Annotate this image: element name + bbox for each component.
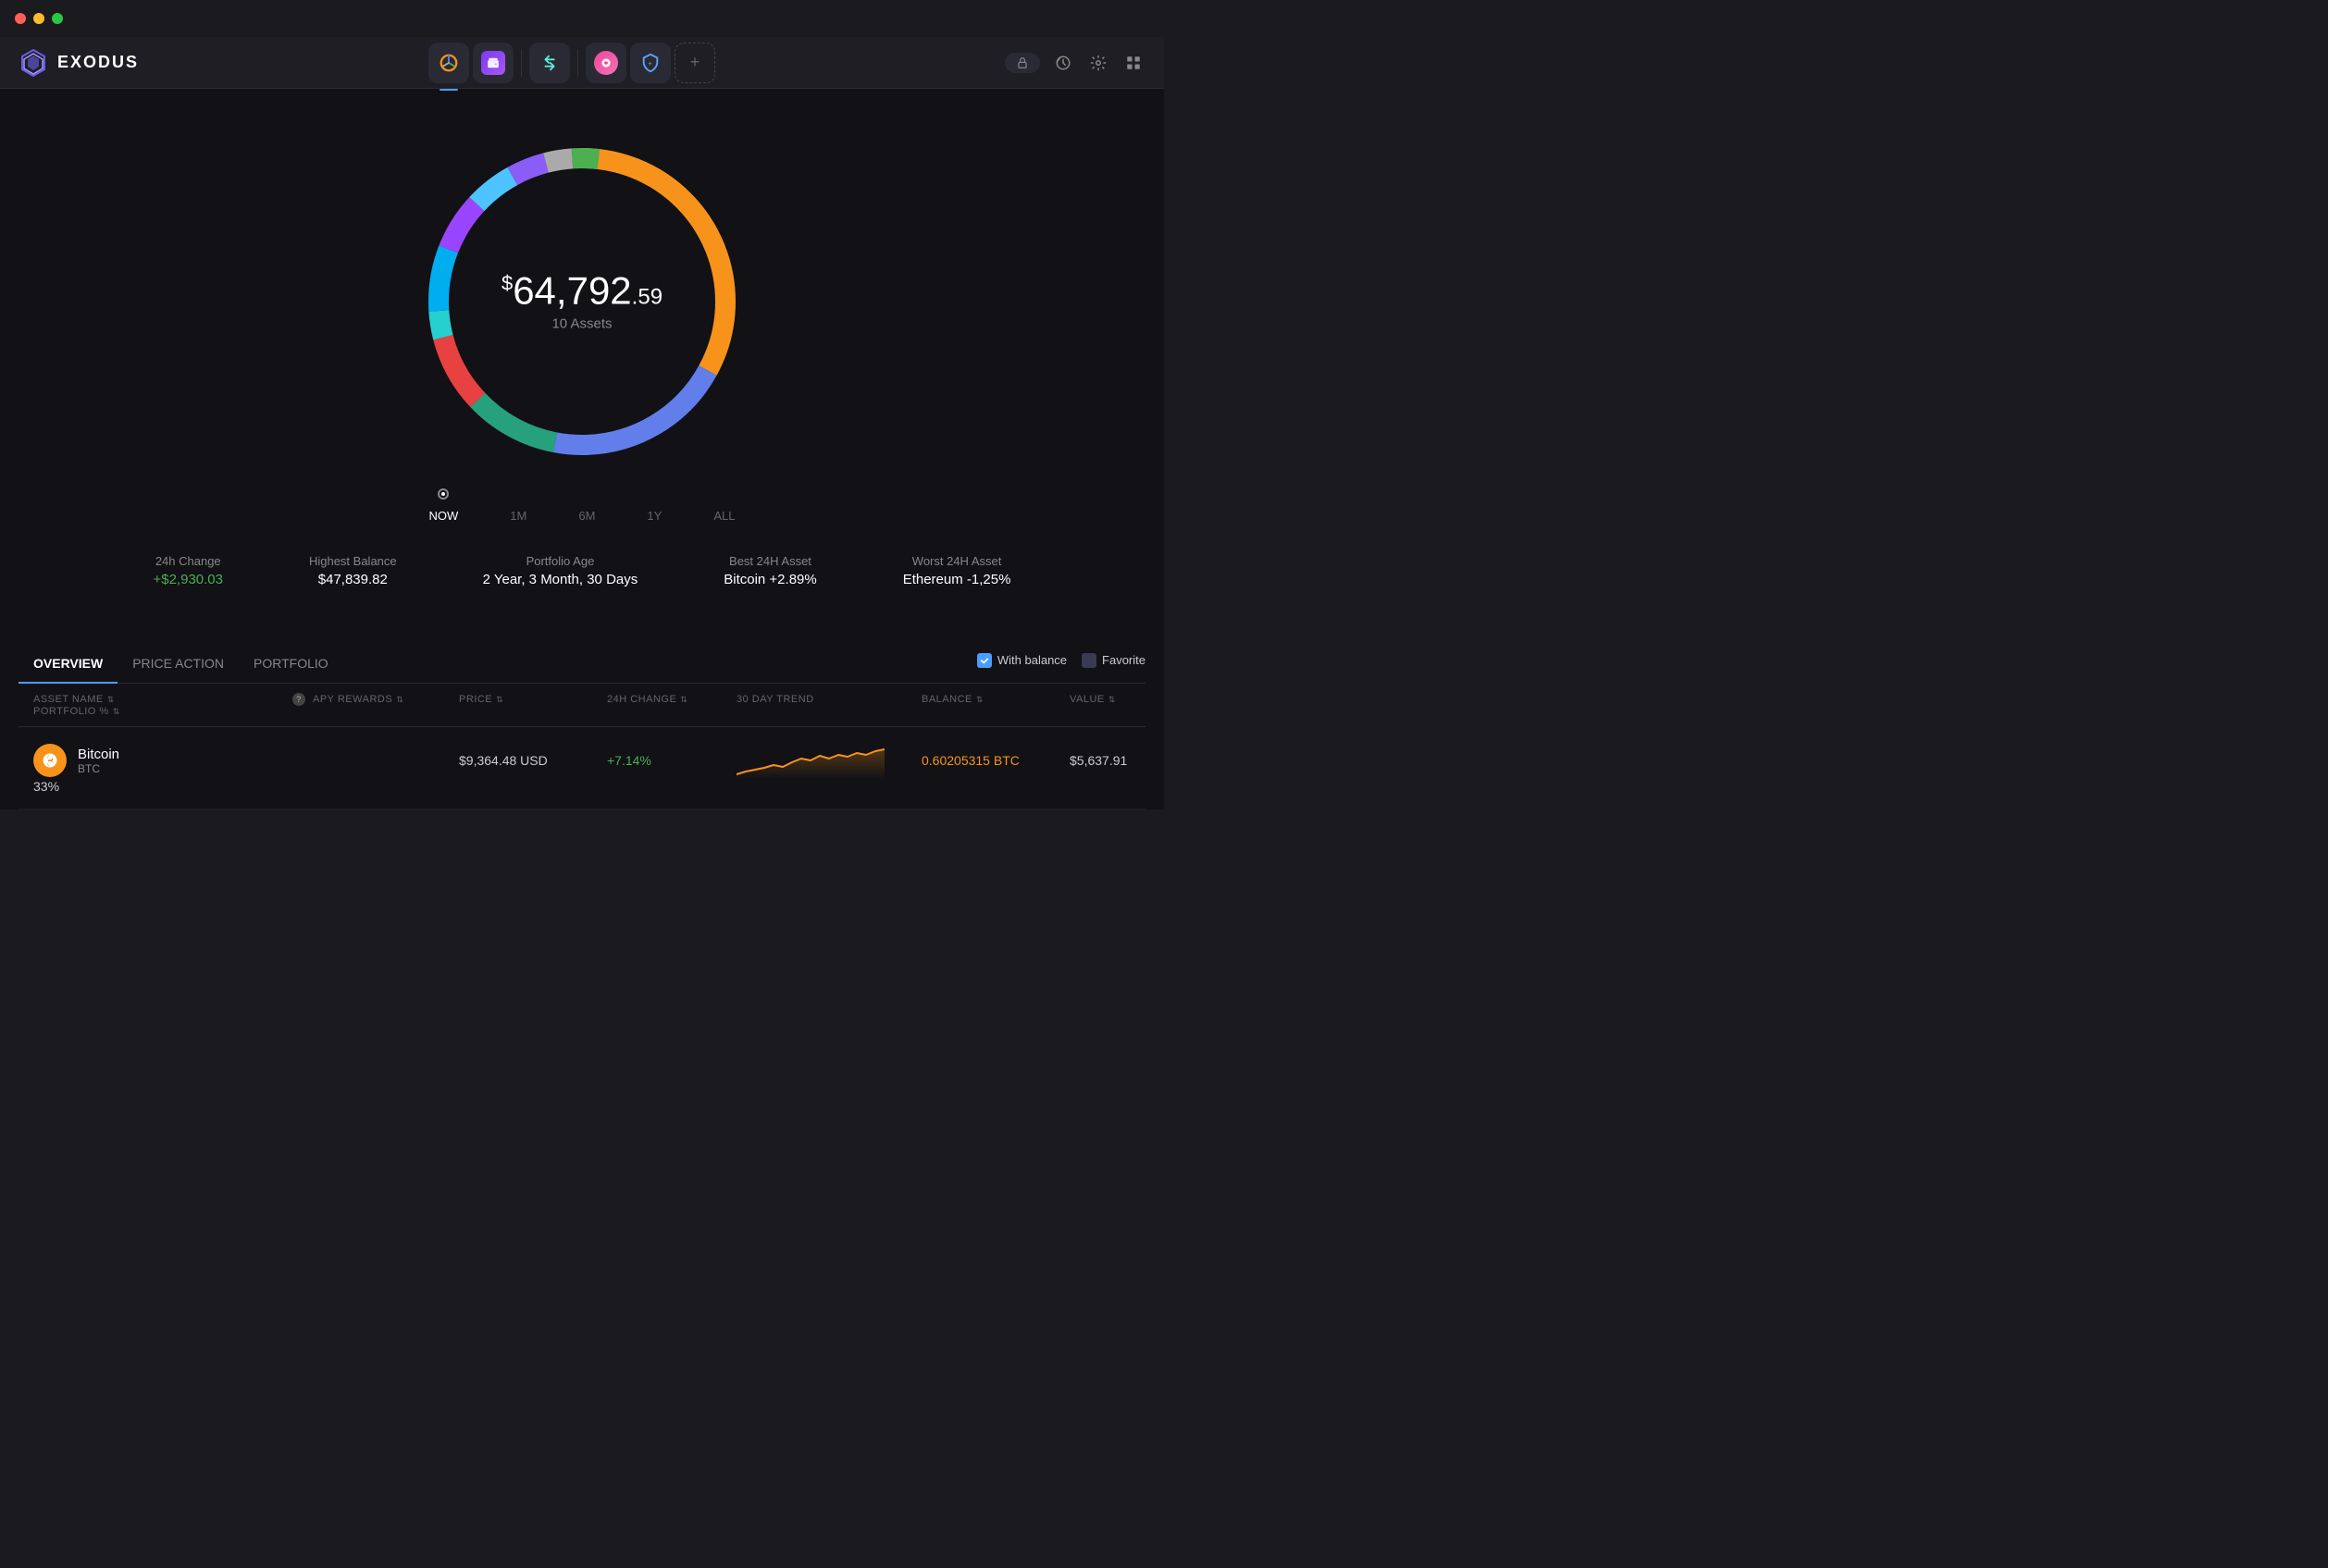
maximize-button[interactable] [52, 13, 63, 24]
th-24h-change[interactable]: 24H CHANGE ⇅ [607, 693, 737, 706]
th-price[interactable]: PRICE ⇅ [459, 693, 607, 706]
asset-table-section: OVERVIEW PRICE ACTION PORTFOLIO With bal… [0, 634, 1164, 809]
bitcoin-change: +7.14% [607, 753, 737, 768]
table-row[interactable]: Bitcoin BTC $9,364.48 USD +7.14% [19, 727, 1145, 809]
nav-exchange[interactable] [529, 43, 570, 83]
bitcoin-portfolio-pct: 33% [33, 779, 292, 794]
th-balance[interactable]: BALANCE ⇅ [922, 693, 1070, 706]
bitcoin-sparkline [737, 742, 922, 779]
with-balance-label: With balance [997, 653, 1067, 667]
close-button[interactable] [15, 13, 26, 24]
logo-area: EXODUS [19, 48, 139, 78]
timeline-dot [440, 490, 447, 498]
svg-text:+: + [648, 58, 651, 67]
minimize-button[interactable] [33, 13, 44, 24]
favorite-label: Favorite [1102, 653, 1145, 667]
nav-earn[interactable]: + [630, 43, 671, 83]
checkmark-icon [980, 656, 989, 665]
timeline-1y[interactable]: 1Y [639, 505, 669, 526]
portfolio-total-value: $64,792.59 [502, 272, 662, 311]
sort-icon-balance: ⇅ [976, 695, 984, 705]
shield-icon: + [638, 51, 662, 75]
wallet-icon [481, 51, 505, 75]
nav-divider-2 [577, 49, 578, 77]
th-portfolio-pct[interactable]: PORTFOLIO % ⇅ [33, 706, 292, 717]
stat-highest-balance: Highest Balance $47,839.82 [309, 554, 397, 587]
table-tabs-row: OVERVIEW PRICE ACTION PORTFOLIO With bal… [19, 634, 1145, 684]
bitcoin-icon [33, 744, 67, 777]
asset-cell-bitcoin: Bitcoin BTC [33, 744, 292, 777]
titlebar [0, 0, 1164, 37]
portfolio-assets-count: 10 Assets [502, 316, 662, 332]
nav-wallet[interactable] [473, 43, 514, 83]
timeline: NOW 1M 6M 1Y ALL [422, 505, 743, 526]
tabs-row: OVERVIEW PRICE ACTION PORTFOLIO [19, 648, 343, 683]
th-value[interactable]: VALUE ⇅ [1070, 693, 1199, 706]
main-content: $64,792.59 10 Assets NOW 1M 6M 1Y ALL 24… [0, 89, 1164, 809]
add-icon: + [690, 53, 700, 72]
sort-icon-change: ⇅ [680, 695, 687, 705]
settings-button[interactable] [1086, 51, 1110, 75]
app-title: EXODUS [57, 53, 139, 72]
th-30day-trend: 30 DAY TREND [737, 693, 922, 706]
bitcoin-balance: 0.60205315 BTC [922, 753, 1070, 768]
stat-portfolio-age: Portfolio Age 2 Year, 3 Month, 30 Days [483, 554, 638, 587]
table-header: ASSET NAME ⇅ ? APY REWARDS ⇅ PRICE ⇅ 24H… [19, 684, 1145, 727]
th-asset-name[interactable]: ASSET NAME ⇅ [33, 693, 292, 706]
history-button[interactable] [1051, 51, 1075, 75]
timeline-now[interactable]: NOW [422, 505, 466, 526]
lock-icon [1016, 56, 1029, 69]
tab-price-action[interactable]: PRICE ACTION [118, 648, 239, 684]
nav-right-controls [1005, 51, 1145, 75]
grid-button[interactable] [1121, 51, 1145, 75]
donut-chart: $64,792.59 10 Assets [406, 126, 758, 477]
favorite-checkbox[interactable] [1082, 653, 1096, 668]
nav-add[interactable]: + [675, 43, 715, 83]
sort-icon-price: ⇅ [496, 695, 503, 705]
exchange-icon [539, 53, 560, 73]
timeline-6m[interactable]: 6M [571, 505, 602, 526]
history-icon [1055, 55, 1071, 71]
asset-info-bitcoin: Bitcoin BTC [78, 747, 119, 775]
sort-icon-apy: ⇅ [396, 695, 403, 705]
nav-nft[interactable] [586, 43, 626, 83]
bitcoin-price: $9,364.48 USD [459, 753, 607, 768]
grid-icon [1125, 55, 1142, 71]
sort-icon-value: ⇅ [1108, 695, 1116, 705]
th-apy-rewards[interactable]: ? APY REWARDS ⇅ [292, 693, 459, 706]
timeline-1m[interactable]: 1M [502, 505, 534, 526]
tab-portfolio[interactable]: PORTFOLIO [239, 648, 343, 684]
sort-icon-portfolio: ⇅ [113, 707, 120, 717]
donut-center: $64,792.59 10 Assets [502, 272, 662, 332]
nav-portfolio[interactable] [428, 43, 469, 83]
top-navigation: EXODUS [0, 37, 1164, 89]
lock-toggle[interactable] [1005, 53, 1040, 73]
stat-24h-change: 24h Change +$2,930.03 [153, 554, 223, 587]
sparkline-svg [737, 742, 885, 779]
timeline-all[interactable]: ALL [706, 505, 742, 526]
stat-best-asset: Best 24H Asset Bitcoin +2.89% [724, 554, 816, 587]
stats-row: 24h Change +$2,930.03 Highest Balance $4… [73, 554, 1091, 615]
bitcoin-value: $5,637.91 [1070, 753, 1199, 768]
filter-with-balance[interactable]: With balance [977, 653, 1067, 668]
stat-worst-asset: Worst 24H Asset Ethereum -1,25% [903, 554, 1011, 587]
sort-icon-asset: ⇅ [107, 695, 115, 705]
table-filters: With balance Favorite [977, 653, 1145, 679]
settings-icon [1090, 55, 1107, 71]
portfolio-section: $64,792.59 10 Assets NOW 1M 6M 1Y ALL 24… [0, 126, 1164, 634]
with-balance-checkbox[interactable] [977, 653, 992, 668]
portfolio-icon [439, 53, 459, 73]
nft-icon [594, 51, 618, 75]
nav-divider-1 [521, 49, 522, 77]
exodus-logo-icon [19, 48, 48, 78]
filter-favorite[interactable]: Favorite [1082, 653, 1145, 668]
tab-overview[interactable]: OVERVIEW [19, 648, 118, 684]
nav-center: + + [139, 43, 1005, 83]
help-icon: ? [292, 693, 305, 706]
